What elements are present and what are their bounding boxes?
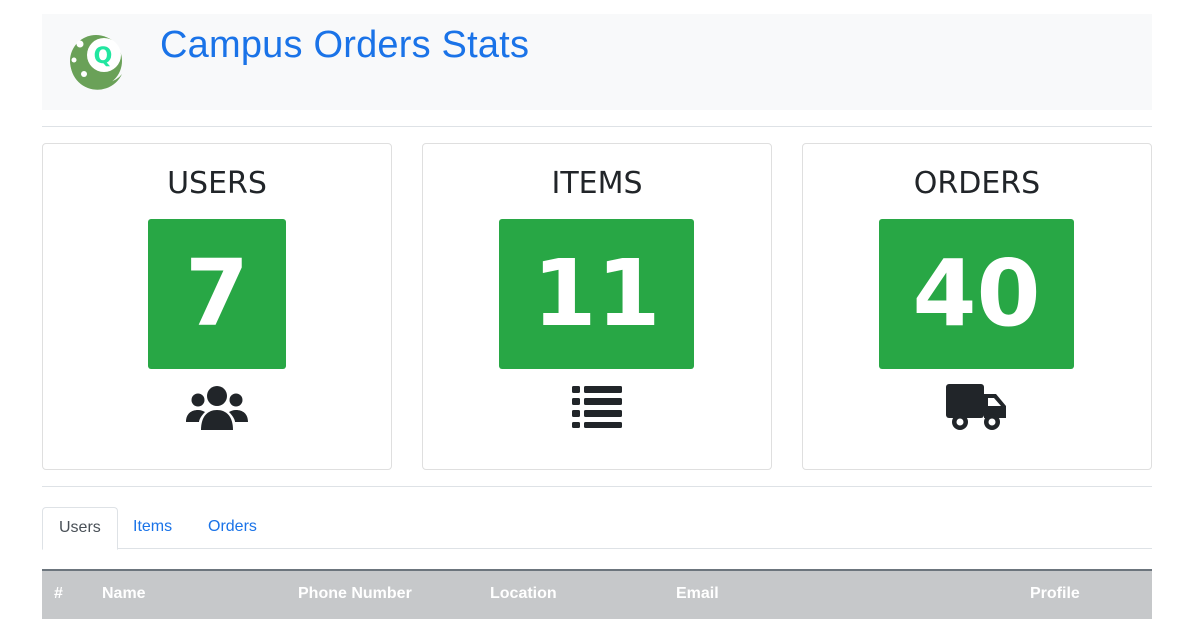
orders-card: ORDERS 40 xyxy=(802,143,1152,470)
tab-items[interactable]: Items xyxy=(117,507,188,549)
logo-letter: Q xyxy=(94,44,113,69)
tab-bar: Users Items Orders xyxy=(42,507,1152,550)
list-icon xyxy=(423,384,771,433)
orders-card-title: ORDERS xyxy=(913,166,1041,201)
column-header-location[interactable]: Location xyxy=(490,571,557,617)
users-count: 7 xyxy=(148,219,286,369)
users-icon xyxy=(43,384,391,437)
items-card-title: ITEMS xyxy=(551,166,643,201)
page-title: Campus Orders Stats xyxy=(160,24,530,66)
column-header-email[interactable]: Email xyxy=(676,571,719,617)
tab-users[interactable]: Users xyxy=(42,507,118,550)
page-header: Q Campus Orders Stats xyxy=(42,14,1152,110)
divider xyxy=(42,486,1152,487)
items-card: ITEMS 11 xyxy=(422,143,772,470)
tab-orders[interactable]: Orders xyxy=(192,507,273,549)
users-card-title: USERS xyxy=(167,166,267,201)
table-header: # Name Phone Number Location Email Profi… xyxy=(42,569,1152,619)
items-count: 11 xyxy=(499,219,694,369)
orders-count: 40 xyxy=(879,219,1074,369)
stats-cards: USERS 7 ITEMS 11 ORDERS 40 xyxy=(42,143,1152,470)
truck-icon xyxy=(803,384,1151,439)
logo-icon: Q xyxy=(70,35,122,90)
column-header-phone[interactable]: Phone Number xyxy=(298,571,412,617)
column-header-name[interactable]: Name xyxy=(102,571,146,617)
page-container: Q Campus Orders Stats USERS 7 ITEMS 11 O… xyxy=(42,14,1152,619)
divider xyxy=(42,126,1152,127)
column-header-profile[interactable]: Profile xyxy=(1030,571,1080,617)
users-card: USERS 7 xyxy=(42,143,392,470)
column-header-number[interactable]: # xyxy=(54,571,63,617)
